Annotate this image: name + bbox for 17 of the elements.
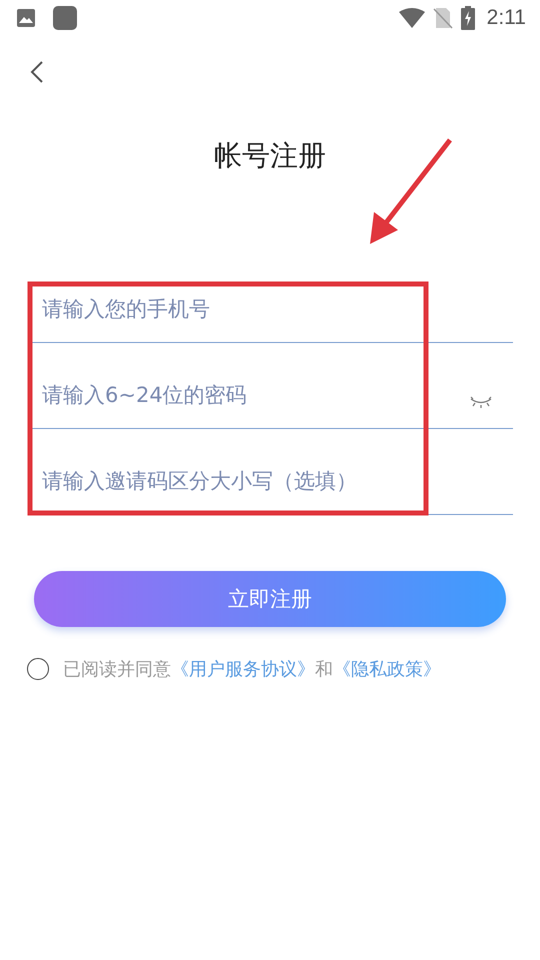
input-field[interactable]: 请输入您的手机号 — [42, 294, 493, 324]
eye-closed-icon[interactable] — [469, 396, 493, 410]
no-sim-icon — [432, 7, 453, 29]
register-button[interactable]: 立即注册 — [34, 571, 506, 627]
input-field[interactable]: 请输入6~24位的密码 — [42, 380, 469, 410]
app-icon — [52, 5, 78, 31]
battery-charging-icon — [460, 6, 475, 30]
wifi-icon — [398, 8, 425, 28]
agreement-text: 已阅读并同意《用户服务协议》和《隐私政策》 — [63, 658, 441, 681]
agreement-link[interactable]: 《用户服务协议》 — [171, 659, 315, 680]
page-title: 帐号注册 — [213, 138, 327, 174]
image-icon — [16, 8, 36, 28]
agree-checkbox[interactable] — [27, 658, 49, 680]
back-icon[interactable] — [30, 60, 44, 84]
agreement-link[interactable]: 《隐私政策》 — [333, 659, 441, 680]
input-field[interactable]: 请输入邀请码区分大小写（选填） — [42, 466, 493, 496]
clock-time: 2:11 — [486, 6, 526, 30]
